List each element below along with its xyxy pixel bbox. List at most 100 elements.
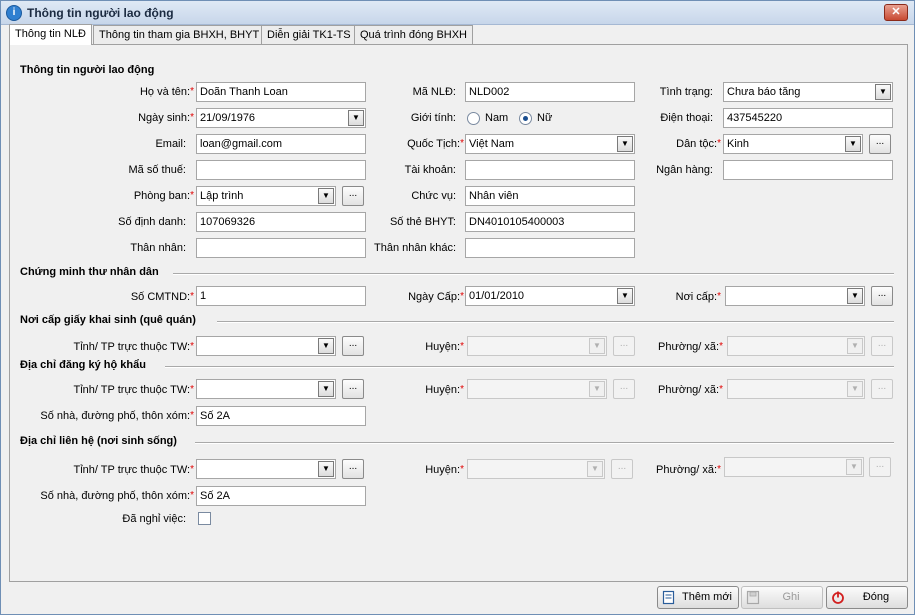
label-than-nhan-khac: Thân nhân khác: <box>374 242 456 254</box>
label-noi-cap: Nơi cấp:* <box>675 291 721 303</box>
chevron-down-icon[interactable]: ▼ <box>846 459 862 475</box>
label-tai-khoan: Tài khoản: <box>404 164 456 176</box>
phuong-contact-browse-button[interactable]: ... <box>869 457 891 477</box>
huyen-household-select[interactable]: ▼ <box>467 379 607 399</box>
gioi-tinh-nam-label: Nam <box>485 112 509 124</box>
section-title-household: Địa chỉ đăng ký hộ khẩu <box>20 359 146 371</box>
window-title: Thông tin người lao động <box>27 6 174 20</box>
ho-va-ten-input[interactable]: Doãn Thanh Loan <box>196 82 366 102</box>
label-so-cmtnd: Số CMTND:* <box>130 291 194 303</box>
phuong-household-browse-button[interactable]: ... <box>871 379 893 399</box>
ma-so-thue-input[interactable] <box>196 160 366 180</box>
title-bar[interactable]: i Thông tin người lao động ✕ <box>1 1 914 25</box>
section-divider <box>217 321 894 323</box>
chevron-down-icon[interactable]: ▼ <box>875 84 891 100</box>
label-gioi-tinh: Giới tính: <box>410 112 456 124</box>
chevron-down-icon[interactable]: ▼ <box>318 381 334 397</box>
label-dan-toc: Dân tộc:* <box>676 138 721 150</box>
chevron-down-icon[interactable]: ▼ <box>847 381 863 397</box>
label-so-nha-contact: Số nhà, đường phố, thôn xóm:* <box>40 490 194 502</box>
dan-toc-browse-button[interactable]: ... <box>869 134 891 154</box>
label-ngay-cap: Ngày Cấp:* <box>408 291 464 303</box>
quoc-tich-select[interactable]: Việt Nam ▼ <box>465 134 635 154</box>
label-chuc-vu: Chức vụ: <box>411 190 456 202</box>
section-title-worker: Thông tin người lao động <box>20 64 155 76</box>
tai-khoan-input[interactable] <box>465 160 635 180</box>
ma-nld-input[interactable]: NLD002 <box>465 82 635 102</box>
tab-thong-tin-nld[interactable]: Thông tin NLĐ <box>9 24 92 45</box>
app-icon: i <box>6 5 22 21</box>
label-huyen-contact: Huyện:* <box>425 464 464 476</box>
chevron-down-icon[interactable]: ▼ <box>847 288 863 304</box>
tab-qua-trinh[interactable]: Quá trình đóng BHXH <box>354 25 474 44</box>
them-moi-label: Thêm mới <box>682 591 732 603</box>
new-document-icon <box>662 590 675 605</box>
chevron-down-icon[interactable]: ▼ <box>318 188 334 204</box>
dong-label: Đóng <box>862 591 890 603</box>
so-dinh-danh-input[interactable]: 107069326 <box>196 212 366 232</box>
tab-dien-giai[interactable]: Diễn giải TK1-TS <box>261 25 357 44</box>
ghi-label: Ghi <box>782 591 800 603</box>
ngay-sinh-picker[interactable]: 21/09/1976 ▼ <box>196 108 366 128</box>
so-nha-contact-input[interactable]: Số 2A <box>196 486 366 506</box>
dan-toc-select[interactable]: Kinh ▼ <box>723 134 863 154</box>
phuong-household-select[interactable]: ▼ <box>727 379 865 399</box>
chevron-down-icon[interactable]: ▼ <box>847 338 863 354</box>
phong-ban-select[interactable]: Lập trình ▼ <box>196 186 336 206</box>
label-tinh-trang: Tình trạng: <box>659 86 713 98</box>
label-tinh-household: Tỉnh/ TP trực thuộc TW:* <box>73 384 195 396</box>
tinh-household-select[interactable]: ▼ <box>196 379 336 399</box>
huyen-contact-select[interactable]: ▼ <box>467 459 605 479</box>
ngan-hang-input[interactable] <box>723 160 893 180</box>
label-phuong-contact: Phường/ xã:* <box>656 464 721 476</box>
phuong-contact-select[interactable]: ▼ <box>724 457 864 477</box>
them-moi-button[interactable]: Thêm mới <box>657 586 739 609</box>
label-dien-thoai: Điện thoại: <box>660 112 713 124</box>
label-quoc-tich: Quốc Tịch:* <box>407 138 464 150</box>
chevron-down-icon[interactable]: ▼ <box>318 461 334 477</box>
chevron-down-icon[interactable]: ▼ <box>589 381 605 397</box>
huyen-birth-select[interactable]: ▼ <box>467 336 607 356</box>
label-ma-so-thue: Mã số thuế: <box>128 164 186 176</box>
gioi-tinh-nam-radio[interactable] <box>467 112 480 125</box>
label-huyen-birth: Huyện:* <box>425 341 464 353</box>
tinh-birth-select[interactable]: ▼ <box>196 336 336 356</box>
gioi-tinh-nu-radio[interactable] <box>519 112 532 125</box>
tab-bhxh-bhyt[interactable]: Thông tin tham gia BHXH, BHYT <box>93 25 266 44</box>
phuong-birth-browse-button[interactable]: ... <box>871 336 893 356</box>
section-divider <box>173 273 894 275</box>
label-than-nhan: Thân nhân: <box>130 242 186 254</box>
than-nhan-input[interactable] <box>196 238 366 258</box>
ghi-button[interactable]: Ghi <box>741 586 823 609</box>
dien-thoai-input[interactable]: 437545220 <box>723 108 893 128</box>
noi-cap-browse-button[interactable]: ... <box>871 286 893 306</box>
label-phong-ban: Phòng ban:* <box>133 190 194 202</box>
label-email: Email: <box>155 138 186 150</box>
chevron-down-icon[interactable]: ▼ <box>318 338 334 354</box>
section-divider <box>195 442 894 444</box>
dong-button[interactable]: Đóng <box>826 586 908 609</box>
so-the-bhyt-input[interactable]: DN4010105400003 <box>465 212 635 232</box>
chevron-down-icon[interactable]: ▼ <box>589 338 605 354</box>
phuong-birth-select[interactable]: ▼ <box>727 336 865 356</box>
chuc-vu-input[interactable]: Nhân viên <box>465 186 635 206</box>
label-so-the-bhyt: Số thẻ BHYT: <box>389 216 456 228</box>
ngay-cap-picker[interactable]: 01/01/2010 ▼ <box>465 286 635 306</box>
chevron-down-icon[interactable]: ▼ <box>845 136 861 152</box>
than-nhan-khac-input[interactable] <box>465 238 635 258</box>
email-input[interactable]: loan@gmail.com <box>196 134 366 154</box>
so-cmtnd-input[interactable]: 1 <box>196 286 366 306</box>
tinh-contact-select[interactable]: ▼ <box>196 459 336 479</box>
close-button[interactable]: ✕ <box>884 4 908 21</box>
noi-cap-select[interactable]: ▼ <box>725 286 865 306</box>
so-nha-household-input[interactable]: Số 2A <box>196 406 366 426</box>
section-divider <box>165 366 894 368</box>
label-tinh-birth: Tỉnh/ TP trực thuộc TW:* <box>73 341 195 353</box>
chevron-down-icon[interactable]: ▼ <box>587 461 603 477</box>
label-phuong-household: Phường/ xã:* <box>658 384 723 396</box>
tinh-trang-select[interactable]: Chưa báo tăng ▼ <box>723 82 893 102</box>
huyen-contact-browse-button[interactable]: ... <box>611 459 633 479</box>
da-nghi-viec-checkbox[interactable] <box>198 512 211 525</box>
label-ngay-sinh: Ngày sinh:* <box>138 112 194 124</box>
dialog-window: i Thông tin người lao động ✕ Thông tin N… <box>0 0 915 615</box>
